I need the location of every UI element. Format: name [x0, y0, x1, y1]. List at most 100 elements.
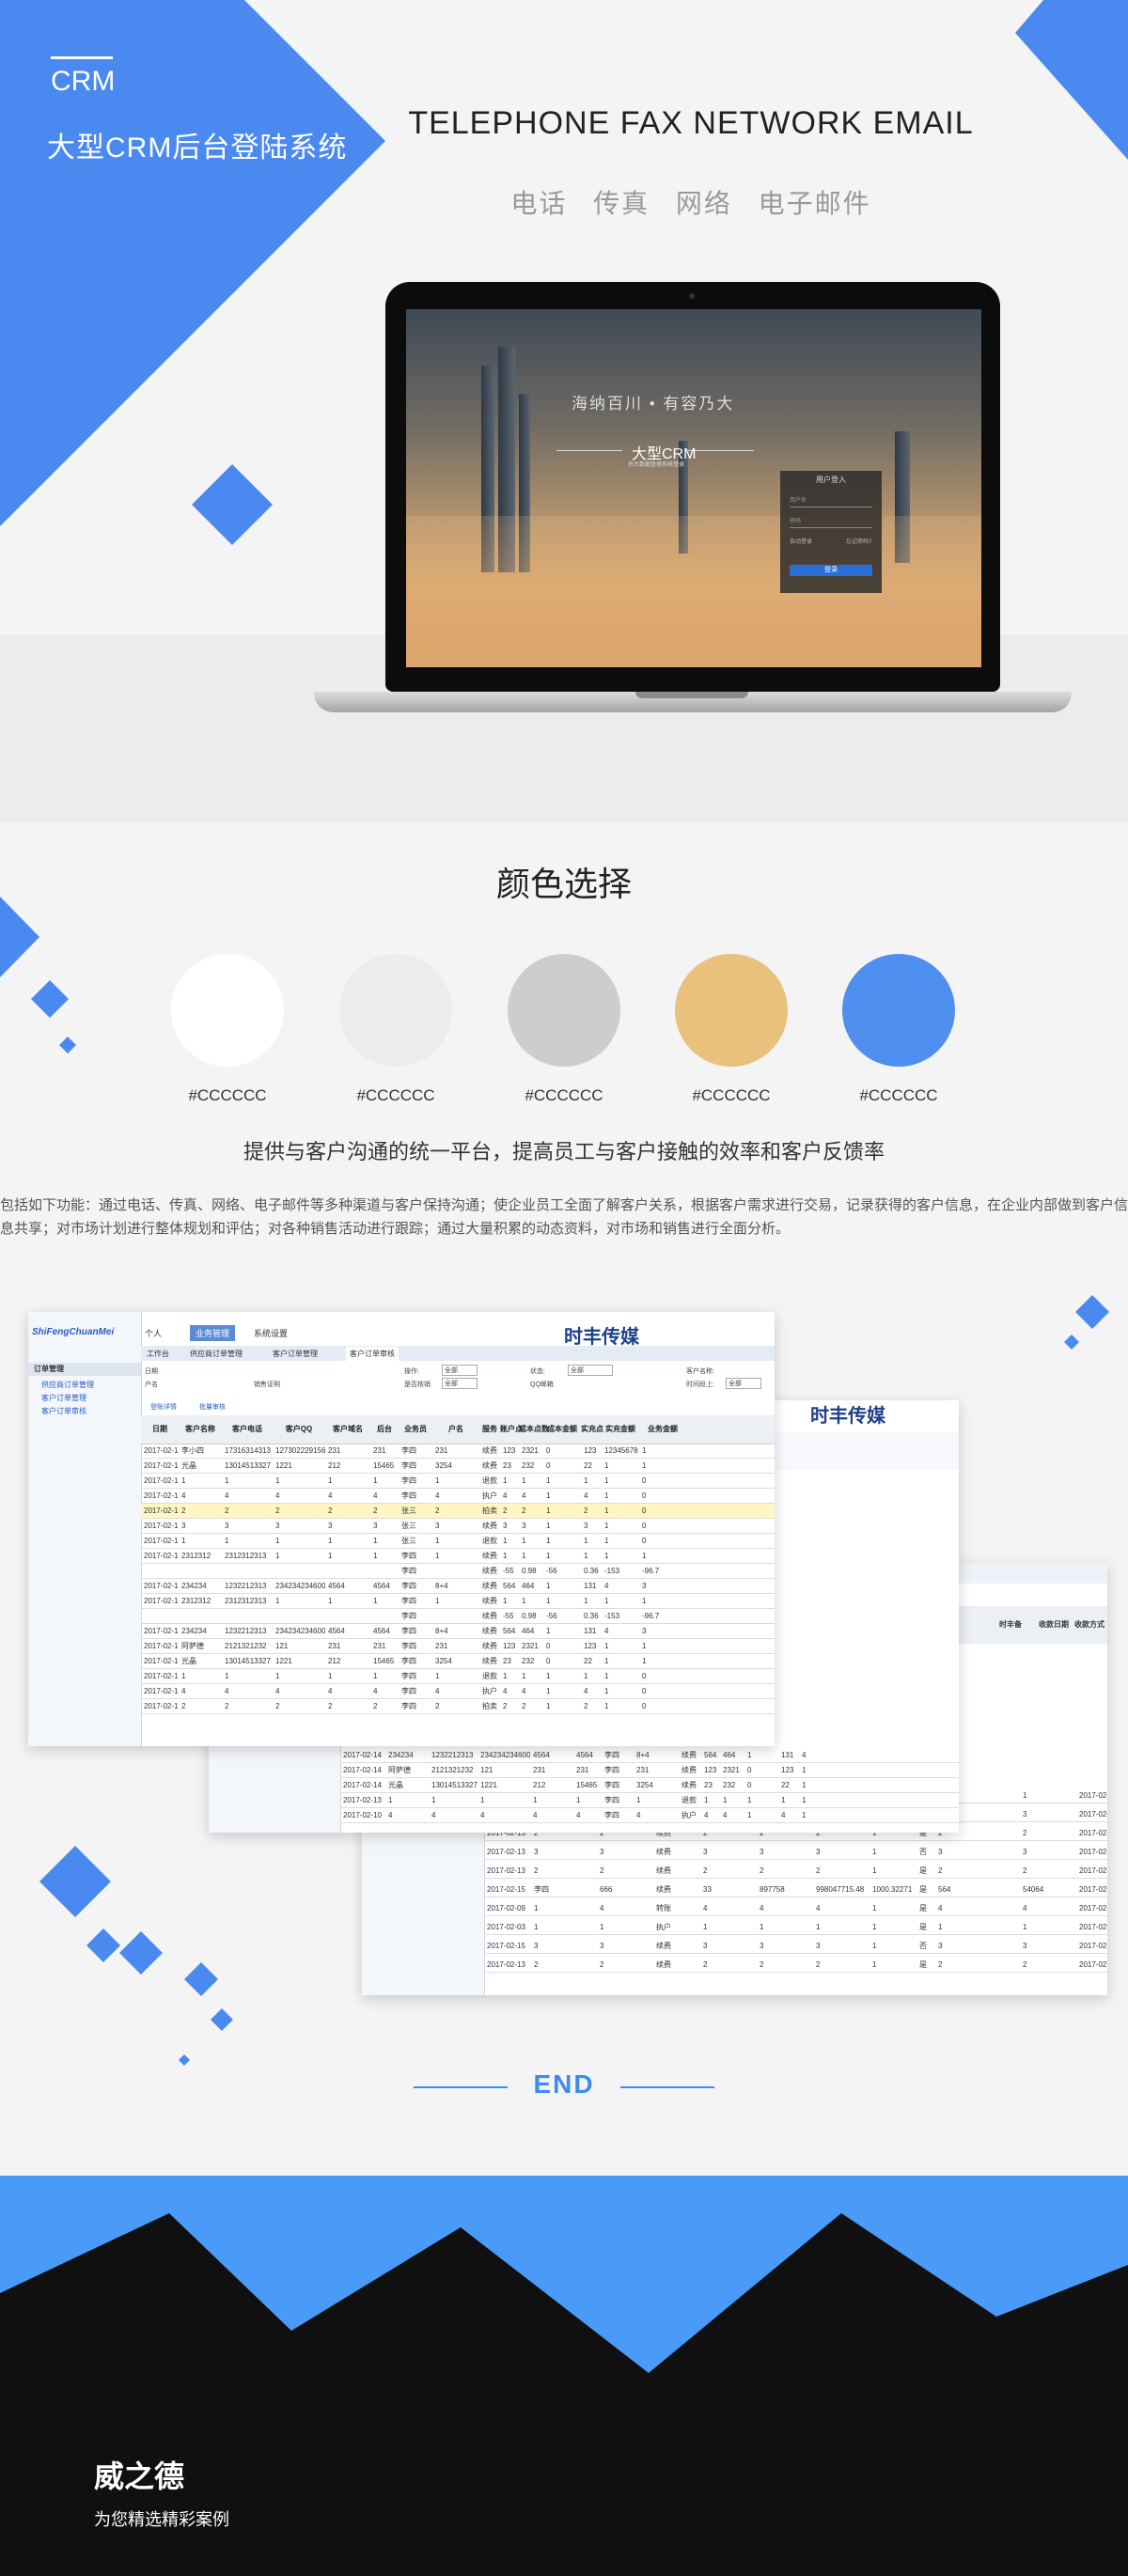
- operator-select[interactable]: 全部: [442, 1365, 478, 1376]
- table-cell: 4: [604, 1627, 609, 1635]
- password-field[interactable]: 密码: [790, 516, 872, 528]
- table-row[interactable]: 2017-02-102312312 2312312313 1 1 1 李四 1 续费 1 1 1 1 1…: [141, 1594, 775, 1609]
- forgot-link[interactable]: 忘记密码?: [846, 537, 871, 545]
- table-row[interactable]: 李四 续费 -55 0.98 -56 0.36 -153 -96.7: [141, 1609, 775, 1624]
- table-row[interactable]: 2017-02-13 3 3 续费 3 3 3 1 否 3 3 2017-02-14: [484, 1845, 1107, 1860]
- tab-settings[interactable]: 系统设置: [254, 1327, 288, 1339]
- column-header[interactable]: 客户域名: [325, 1415, 370, 1444]
- table-row[interactable]: 2017-02-13 2 2 续费 2 2 2 1 是 2 2 2017-02-13: [484, 1958, 1107, 1973]
- sidebar-item-supplier-orders[interactable]: 供应商订单管理: [41, 1380, 94, 1390]
- column-header[interactable]: 实充点: [581, 1415, 603, 1444]
- table-row[interactable]: 2017-02-14阿萨德2121321232121231231李四231续费1…: [141, 1639, 775, 1654]
- column-header[interactable]: 客户电话: [222, 1415, 273, 1444]
- table-row[interactable]: 2017-02-132 2 2 2 2 张三 2 拍卖 2 2 1 2 1 0: [141, 1504, 775, 1519]
- table-cell: 4: [802, 1751, 807, 1759]
- table-cell: 131: [781, 1751, 794, 1759]
- username-field[interactable]: 用户名: [790, 495, 872, 507]
- tab-personal[interactable]: 个人: [145, 1327, 162, 1339]
- tab-business[interactable]: 业务管理: [190, 1325, 236, 1341]
- sidebar-item-order-audit[interactable]: 客户订单审核: [41, 1406, 86, 1416]
- column-header[interactable]: 日期: [141, 1415, 179, 1444]
- login-button[interactable]: 登录: [790, 565, 872, 576]
- table-cell: 李四: [604, 1811, 619, 1819]
- table-cell: 2: [600, 1960, 604, 1969]
- subtab-order-audit[interactable]: 客户订单审核: [346, 1347, 399, 1361]
- table-cell: 4564: [576, 1751, 593, 1759]
- sidebar-group[interactable]: 订单管理: [28, 1363, 141, 1376]
- table-row[interactable]: 2017-02-14光晶13014513327122121215465李四325…: [141, 1459, 775, 1474]
- table-cell: 4: [328, 1491, 333, 1500]
- column-header[interactable]: 客户QQ: [273, 1415, 325, 1444]
- swatch-light-gray[interactable]: [339, 954, 452, 1067]
- table-row[interactable]: 2017-02-131 1 1 1 1 张三 1 退款 1 1 1 1 1 0: [141, 1534, 775, 1549]
- table-row[interactable]: 2017-02-14234234123221231323423423460045…: [340, 1748, 959, 1763]
- table-row[interactable]: 2017-02-15 李四 666 续费 33 897758 998047715.48 100…: [484, 1882, 1107, 1897]
- column-header[interactable]: 成本点数: [519, 1415, 549, 1444]
- remember-checkbox[interactable]: 自动登录: [790, 537, 812, 545]
- table-row[interactable]: 2017-02-03 1 1 执户 1 1 1 1 是 1 1 2017-02-14: [484, 1920, 1107, 1935]
- table-cell: 121: [480, 1766, 494, 1774]
- table-row[interactable]: 2017-02-132 2 2 2 2 李四 2 拍卖 2 2 1 2 1 0: [141, 1699, 775, 1714]
- table-cell: 0: [642, 1507, 647, 1515]
- column-header[interactable]: 实充金额: [602, 1415, 639, 1444]
- table-row[interactable]: 2017-02-131 1 1 1 1 李四 1 退款 1 1 1 1 1 0: [141, 1669, 775, 1684]
- subtab-customer-orders[interactable]: 客户订单管理: [273, 1349, 318, 1359]
- table-cell: 0: [546, 1461, 551, 1470]
- table-cell: 2312312313: [225, 1597, 267, 1605]
- table-row[interactable]: 李四 续费 -55 0.98 -56 0.36 -153 -96.7: [141, 1564, 775, 1579]
- swatch-gold[interactable]: [675, 954, 788, 1067]
- table-row[interactable]: 2017-02-133 3 3 3 3 张三 3 续费 3 3 1 3 1 0: [141, 1519, 775, 1534]
- time-select[interactable]: 全部: [726, 1378, 761, 1389]
- table-cell: 3: [373, 1522, 378, 1530]
- column-header[interactable]: 业务金额: [639, 1415, 686, 1444]
- table-cell: 1: [546, 1507, 551, 1515]
- batch-audit-button[interactable]: 批量审核: [199, 1402, 226, 1412]
- table-cell: 3: [816, 1848, 821, 1856]
- table-row[interactable]: 2017-02-14阿萨德2121321232121231231李四231续费1…: [340, 1763, 959, 1778]
- table-cell: 1: [584, 1552, 588, 1560]
- status-select[interactable]: 全部: [568, 1365, 613, 1376]
- table-cell: 0.98: [522, 1567, 537, 1575]
- table-row[interactable]: 2017-02-14234234123221231323423423460045…: [141, 1579, 775, 1594]
- column-header[interactable]: 后台: [370, 1415, 399, 1444]
- table-row[interactable]: 2017-02-13 2 2 续费 2 2 2 1 是 2 2 2017-02-13: [484, 1864, 1107, 1879]
- table-row[interactable]: 2017-02-104 4 4 4 4 李四 4 执户 4 4 1 4 1 0: [141, 1489, 775, 1504]
- table-row[interactable]: 2017-02-14光晶13014513327122121215465李四325…: [340, 1778, 959, 1793]
- table-row[interactable]: 2017-02-13 1 1 1 1 1 李四 1 退款 1 1 1 1 1: [340, 1793, 959, 1808]
- swatch-blue[interactable]: [842, 954, 955, 1067]
- column-header[interactable]: 客户名称: [179, 1415, 222, 1444]
- column-header[interactable]: 账户点: [500, 1415, 523, 1444]
- table-cell: 续费: [482, 1567, 497, 1575]
- table-row[interactable]: 2017-02-14光晶13014513327122121215465李四325…: [141, 1654, 775, 1669]
- table-row[interactable]: 2017-02-14234234123221231323423423460045…: [141, 1624, 775, 1639]
- swatch-white[interactable]: [171, 954, 284, 1067]
- table-row[interactable]: 2017-02-14李小四 17316314313 127302229156 231 2…: [141, 1444, 775, 1459]
- subtab-workbench[interactable]: 工作台: [147, 1349, 169, 1359]
- table-row[interactable]: 2017-02-15 3 3 续费 3 3 3 1 否 3 3 2017-02-14: [484, 1939, 1107, 1954]
- table-cell: 1: [546, 1672, 551, 1680]
- table-row[interactable]: 2017-02-10 4 4 4 4 4 李四 4 执户 4 4 1 4 1: [340, 1808, 959, 1823]
- table-cell: 3: [225, 1522, 229, 1530]
- column-header[interactable]: 成本金额: [543, 1415, 581, 1444]
- column-header[interactable]: 户名: [432, 1415, 479, 1444]
- table-cell: 1: [546, 1687, 551, 1695]
- detail-button[interactable]: 登账详情: [150, 1402, 177, 1412]
- subtab-supplier-orders[interactable]: 供应商订单管理: [190, 1349, 243, 1359]
- table-cell: -56: [546, 1567, 557, 1575]
- table-row[interactable]: 2017-02-104 4 4 4 4 李四 4 执户 4 4 1 4 1 0: [141, 1684, 775, 1699]
- sidebar-item-customer-orders[interactable]: 客户订单管理: [41, 1393, 86, 1403]
- table-row[interactable]: 2017-02-09 1 4 转账 4 4 4 1 是 4 4 2017-02-14: [484, 1901, 1107, 1916]
- table-cell: 4: [225, 1491, 229, 1500]
- table-cell: 4: [1023, 1904, 1027, 1912]
- swatch-gray[interactable]: [508, 954, 620, 1067]
- swatch-label: #CCCCCC: [525, 1086, 603, 1104]
- table-cell: 2017-02-14: [1079, 1904, 1107, 1912]
- table-row[interactable]: 2017-02-102312312 2312312313 1 1 1 李四 1 续费 1 1 1 1 1…: [141, 1549, 775, 1564]
- table-cell: 1: [604, 1642, 609, 1650]
- audit-select[interactable]: 全部: [442, 1378, 478, 1389]
- table-row[interactable]: 2017-02-131 1 1 1 1 李四 1 退款 1 1 1 1 1 0: [141, 1474, 775, 1489]
- table-cell: 123: [503, 1642, 516, 1650]
- column-header[interactable]: 服务: [479, 1415, 500, 1444]
- table-cell: 464: [522, 1582, 535, 1590]
- column-header[interactable]: 业务员: [399, 1415, 432, 1444]
